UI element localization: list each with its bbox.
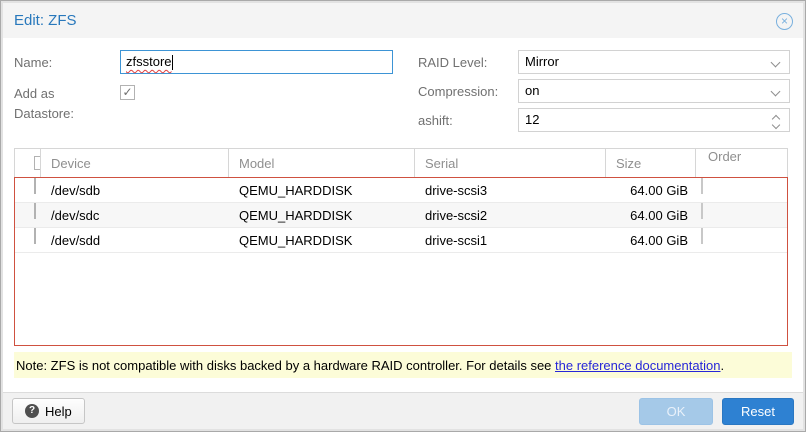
cell-serial: drive-scsi2 bbox=[415, 203, 606, 227]
row-checkbox[interactable] bbox=[34, 203, 36, 219]
raid-level-select[interactable]: Mirror bbox=[518, 50, 790, 74]
note-text: Note: ZFS is not compatible with disks b… bbox=[16, 358, 555, 373]
cell-device: /dev/sdb bbox=[41, 178, 229, 202]
header-select-all-cell bbox=[15, 149, 41, 177]
dialog-footer: ? Help OK Reset bbox=[3, 392, 803, 429]
compression-select[interactable]: on bbox=[518, 79, 790, 103]
order-spinner[interactable] bbox=[701, 178, 703, 194]
disk-table-body: /dev/sdb QEMU_HARDDISK drive-scsi3 64.00… bbox=[14, 177, 788, 346]
close-icon[interactable]: × bbox=[776, 13, 793, 30]
note-text-suffix: . bbox=[721, 358, 725, 373]
order-spinner[interactable] bbox=[701, 228, 703, 244]
row-checkbox[interactable] bbox=[34, 228, 36, 244]
cell-device: /dev/sdc bbox=[41, 203, 229, 227]
chevron-down-icon bbox=[771, 58, 781, 68]
help-button-label: Help bbox=[45, 404, 72, 419]
cell-model: QEMU_HARDDISK bbox=[229, 203, 415, 227]
cell-serial: drive-scsi3 bbox=[415, 178, 606, 202]
name-input-value: zfsstore bbox=[126, 51, 172, 73]
table-row[interactable]: /dev/sdc QEMU_HARDDISK drive-scsi2 64.00… bbox=[15, 203, 787, 228]
disk-table-header: Device Model Serial Size Order bbox=[14, 148, 788, 177]
raid-level-value: Mirror bbox=[525, 54, 559, 69]
table-row[interactable]: /dev/sdd QEMU_HARDDISK drive-scsi1 64.00… bbox=[15, 228, 787, 253]
ashift-label: ashift: bbox=[418, 113, 453, 128]
order-spinner[interactable] bbox=[701, 203, 703, 219]
cell-model: QEMU_HARDDISK bbox=[229, 178, 415, 202]
table-row[interactable]: /dev/sdb QEMU_HARDDISK drive-scsi3 64.00… bbox=[15, 178, 787, 203]
cell-size: 64.00 GiB bbox=[606, 228, 696, 252]
select-all-checkbox[interactable] bbox=[34, 156, 41, 170]
dialog-titlebar bbox=[3, 3, 803, 38]
cell-model: QEMU_HARDDISK bbox=[229, 228, 415, 252]
dialog-title: Edit: ZFS bbox=[14, 12, 77, 29]
name-label: Name: bbox=[14, 55, 52, 70]
column-header-device[interactable]: Device bbox=[41, 149, 229, 177]
add-as-datastore-label: Add as Datastore: bbox=[14, 84, 86, 124]
spinner-down-icon[interactable] bbox=[772, 121, 780, 129]
compression-value: on bbox=[525, 83, 539, 98]
help-icon: ? bbox=[25, 404, 39, 418]
cell-serial: drive-scsi1 bbox=[415, 228, 606, 252]
column-header-order[interactable]: Order bbox=[696, 149, 787, 177]
text-cursor bbox=[172, 55, 173, 70]
zfs-note: Note: ZFS is not compatible with disks b… bbox=[14, 352, 792, 378]
ashift-spinner[interactable]: 12 bbox=[518, 108, 790, 132]
help-button[interactable]: ? Help bbox=[12, 398, 85, 424]
cell-device: /dev/sdd bbox=[41, 228, 229, 252]
cell-size: 64.00 GiB bbox=[606, 203, 696, 227]
name-input[interactable]: zfsstore bbox=[120, 50, 393, 74]
reset-button[interactable]: Reset bbox=[722, 398, 794, 425]
ok-button[interactable]: OK bbox=[639, 398, 713, 425]
reference-documentation-link[interactable]: the reference documentation bbox=[555, 358, 721, 373]
add-as-datastore-checkbox[interactable]: ✓ bbox=[120, 85, 135, 100]
checkbox-checked-icon: ✓ bbox=[122, 85, 132, 99]
cell-size: 64.00 GiB bbox=[606, 178, 696, 202]
column-header-size[interactable]: Size bbox=[606, 149, 696, 177]
chevron-down-icon bbox=[771, 87, 781, 97]
row-checkbox[interactable] bbox=[34, 178, 36, 194]
compression-label: Compression: bbox=[418, 84, 498, 99]
column-header-serial[interactable]: Serial bbox=[415, 149, 606, 177]
column-header-model[interactable]: Model bbox=[229, 149, 415, 177]
ashift-value: 12 bbox=[525, 112, 539, 127]
raid-level-label: RAID Level: bbox=[418, 55, 487, 70]
